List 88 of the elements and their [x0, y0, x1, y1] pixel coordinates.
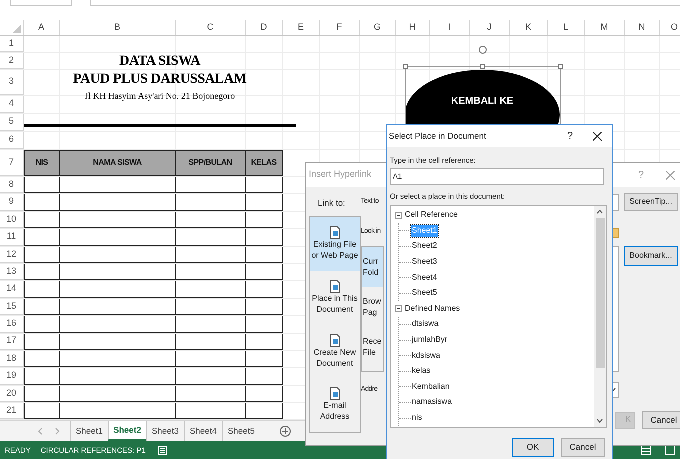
tree-item[interactable]: Defined Names [405, 302, 460, 315]
document-icon [330, 280, 340, 293]
resize-handle[interactable] [403, 64, 408, 69]
row-number[interactable]: 14 [6, 282, 16, 296]
link-option[interactable]: E-mail Address [310, 378, 360, 432]
row-number[interactable]: 15 [6, 300, 16, 314]
row-number[interactable]: 10 [6, 212, 16, 226]
column-letter[interactable]: N [638, 20, 646, 34]
collapse-icon[interactable] [395, 212, 402, 219]
column-letter[interactable]: E [298, 20, 304, 34]
row-number[interactable]: 16 [6, 317, 16, 331]
tree-item[interactable]: nis [411, 412, 424, 424]
bookmark-button[interactable]: Bookmark... [624, 246, 678, 266]
column-letter[interactable]: H [409, 20, 416, 34]
scroll-up-icon[interactable] [597, 210, 603, 214]
help-button[interactable]: ? [567, 128, 573, 144]
tree-item[interactable]: Kembalian [411, 380, 451, 393]
address-text: Jl KH Hasyim Asy'ari No. 21 Bojonegoro [84, 90, 236, 102]
tree-item[interactable]: Sheet2 [411, 240, 438, 252]
column-header: KELAS [246, 150, 283, 176]
browse-option[interactable]: Brow Pag [362, 287, 383, 327]
row-number[interactable]: 19 [6, 369, 16, 383]
row-number[interactable]: 8 [8, 178, 14, 192]
resize-handle[interactable] [480, 64, 485, 69]
row-number[interactable]: 11 [6, 230, 16, 244]
tree-item[interactable]: namasiswa [411, 396, 454, 408]
tree-item[interactable]: Sheet3 [411, 256, 438, 268]
column-letter[interactable]: G [374, 20, 381, 34]
row-number[interactable]: 18 [6, 352, 16, 366]
shape-text: KEMBALI KE [451, 95, 514, 106]
row-number[interactable]: 12 [6, 248, 16, 261]
row-number[interactable]: 17 [6, 334, 16, 348]
sheet-tab[interactable]: Sheet2 [108, 421, 146, 442]
tree-item[interactable]: jumlahByr [411, 334, 449, 346]
collapse-icon[interactable] [395, 305, 402, 312]
dialog-title: Insert Hyperlink [309, 168, 372, 182]
resize-handle[interactable] [558, 64, 563, 69]
column-letter[interactable]: A [38, 20, 44, 34]
row-number[interactable]: 4 [8, 97, 14, 111]
column-letter[interactable]: F [336, 20, 342, 34]
browse-option[interactable]: Rece File [362, 327, 383, 367]
column-header: NAMA SISWA [60, 150, 176, 176]
column-letter[interactable]: J [487, 20, 492, 34]
column-letter[interactable]: I [448, 20, 451, 34]
tree-item[interactable]: Sheet4 [411, 272, 438, 284]
column-header: SPP/BULAN [176, 150, 246, 176]
close-icon[interactable] [593, 132, 602, 140]
scroll-down-icon[interactable] [597, 418, 603, 422]
link-option[interactable]: Create New Document [310, 324, 360, 378]
row-number[interactable]: 3 [8, 75, 14, 89]
column-letter[interactable]: K [525, 20, 532, 34]
add-sheet-icon[interactable] [280, 426, 291, 437]
screentip-button[interactable]: ScreenTip... [624, 193, 678, 211]
link-to-label: Link to: [318, 197, 346, 210]
sheet-title: PAUD PLUS DARUSSALAM [73, 71, 247, 89]
browse-option[interactable]: Curr Fold [362, 247, 383, 287]
rotate-handle-icon[interactable] [478, 45, 488, 55]
row-number[interactable]: 1 [8, 36, 14, 50]
row-number[interactable]: 2 [8, 54, 14, 68]
tree-item[interactable]: Sheet5 [411, 287, 438, 300]
cancel-button[interactable]: Cancel [561, 438, 605, 456]
column-letter[interactable]: D [260, 20, 268, 34]
link-option[interactable]: Existing File or Web Page [310, 216, 360, 270]
column-letter[interactable]: B [114, 20, 120, 34]
row-number[interactable]: 6 [8, 133, 14, 147]
row-number[interactable]: 13 [6, 264, 16, 278]
column-letter[interactable]: O [670, 20, 678, 34]
macro-record-icon[interactable] [158, 446, 167, 455]
column-header: NIS [24, 150, 60, 176]
column-letter[interactable]: M [600, 20, 608, 34]
sheet-title: DATA SISWA [120, 53, 200, 71]
ok-button[interactable]: OK [512, 438, 554, 456]
normal-view-icon[interactable] [641, 445, 651, 456]
scrollbar[interactable] [594, 206, 606, 426]
tree-item[interactable]: kdsiswa [411, 350, 442, 362]
tree-item[interactable]: Cell Reference [405, 209, 458, 222]
row-number[interactable]: 9 [8, 195, 14, 209]
row-number[interactable]: 7 [8, 156, 14, 170]
row-number[interactable]: 5 [8, 115, 14, 129]
tree-item[interactable]: dtsiswa [411, 318, 440, 330]
column-letter[interactable]: C [207, 20, 214, 34]
tree-item[interactable]: kelas [411, 365, 432, 378]
row-number[interactable]: 21 [6, 404, 16, 418]
scroll-thumb[interactable] [596, 218, 604, 368]
row-number[interactable]: 20 [6, 386, 16, 400]
cancel-button[interactable]: Cancel [642, 411, 680, 429]
link-option[interactable]: Place in This Document [310, 270, 360, 324]
column-letter[interactable]: L [563, 20, 568, 34]
